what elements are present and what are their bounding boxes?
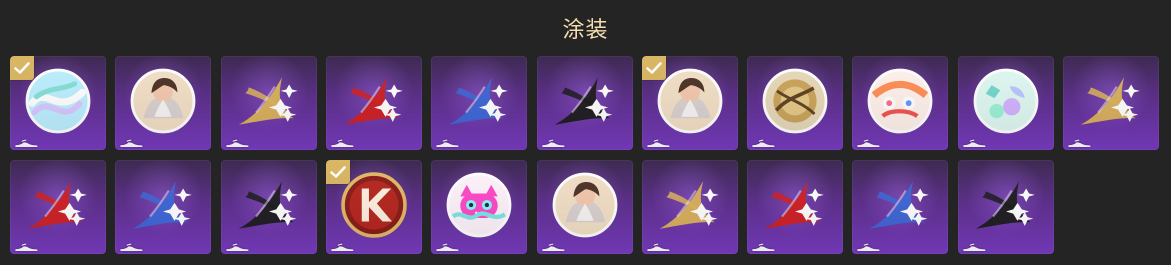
skin-tile-14[interactable] bbox=[220, 160, 317, 254]
panel-title: 涂装 bbox=[562, 18, 609, 43]
skin-tile-13[interactable] bbox=[115, 160, 212, 254]
shoe-icon bbox=[119, 134, 144, 148]
skin-tile-6[interactable] bbox=[536, 56, 633, 150]
skin-tile-17[interactable] bbox=[536, 160, 633, 254]
red-star-decal-icon bbox=[757, 169, 833, 241]
skin-tile-11[interactable] bbox=[1063, 56, 1159, 150]
skin-tile-15[interactable] bbox=[325, 160, 422, 254]
shoe-icon bbox=[1067, 134, 1092, 148]
shoe-icon bbox=[962, 238, 987, 252]
k-emblem-icon bbox=[336, 169, 412, 241]
shoe-icon bbox=[646, 134, 671, 148]
red-star-decal-icon bbox=[336, 65, 412, 137]
skin-tile-8[interactable] bbox=[747, 56, 844, 150]
shoe-icon bbox=[225, 134, 250, 148]
red-star-decal-icon bbox=[20, 169, 96, 241]
shoe-icon bbox=[646, 238, 671, 252]
shoe-icon bbox=[119, 238, 144, 252]
blue-star-decal-icon bbox=[125, 169, 201, 241]
black-star-decal-icon bbox=[547, 65, 623, 137]
shoe-icon bbox=[962, 134, 987, 148]
black-star-decal-icon bbox=[968, 169, 1044, 241]
skin-tile-5[interactable] bbox=[431, 56, 528, 150]
shoe-icon bbox=[541, 134, 566, 148]
skin-tile-19[interactable] bbox=[747, 160, 844, 254]
character-portrait-icon bbox=[125, 65, 201, 137]
shoe-icon bbox=[751, 134, 776, 148]
cat-sticker-icon bbox=[441, 169, 517, 241]
gold-star-decal-icon bbox=[652, 169, 728, 241]
skin-tile-1[interactable] bbox=[10, 56, 106, 150]
pastel-sticker-icon bbox=[968, 65, 1044, 137]
gold-star-decal-icon bbox=[231, 65, 307, 137]
shoe-icon bbox=[330, 134, 355, 148]
skin-tile-9[interactable] bbox=[852, 56, 949, 150]
skin-tile-4[interactable] bbox=[325, 56, 422, 150]
skin-tile-2[interactable] bbox=[115, 56, 212, 150]
skin-tile-21[interactable] bbox=[957, 160, 1054, 254]
shoe-icon bbox=[856, 238, 881, 252]
black-star-decal-icon bbox=[231, 169, 307, 241]
skin-tile-10[interactable] bbox=[957, 56, 1054, 150]
skin-tile-12[interactable] bbox=[10, 160, 106, 254]
shoe-icon bbox=[14, 238, 39, 252]
shoe-icon bbox=[435, 134, 460, 148]
golden-emblem-icon bbox=[757, 65, 833, 137]
skin-panel: 涂装 bbox=[0, 0, 1171, 265]
holographic-badge-icon bbox=[20, 65, 96, 137]
skin-tile-7[interactable] bbox=[641, 56, 738, 150]
skin-tile-3[interactable] bbox=[220, 56, 317, 150]
blue-star-decal-icon bbox=[862, 169, 938, 241]
character-portrait-icon bbox=[547, 169, 623, 241]
shoe-icon bbox=[330, 238, 355, 252]
shoe-icon bbox=[751, 238, 776, 252]
shoe-icon bbox=[856, 134, 881, 148]
shoe-icon bbox=[225, 238, 250, 252]
gold-star-decal-icon bbox=[1073, 65, 1149, 137]
character-portrait-icon bbox=[652, 65, 728, 137]
blue-star-decal-icon bbox=[441, 65, 517, 137]
skin-tile-16[interactable] bbox=[431, 160, 528, 254]
shoe-icon bbox=[14, 134, 39, 148]
shoe-icon bbox=[435, 238, 460, 252]
shoe-icon bbox=[541, 238, 566, 252]
skin-tile-20[interactable] bbox=[852, 160, 949, 254]
skin-tile-18[interactable] bbox=[641, 160, 738, 254]
cartoon-sticker-icon bbox=[862, 65, 938, 137]
